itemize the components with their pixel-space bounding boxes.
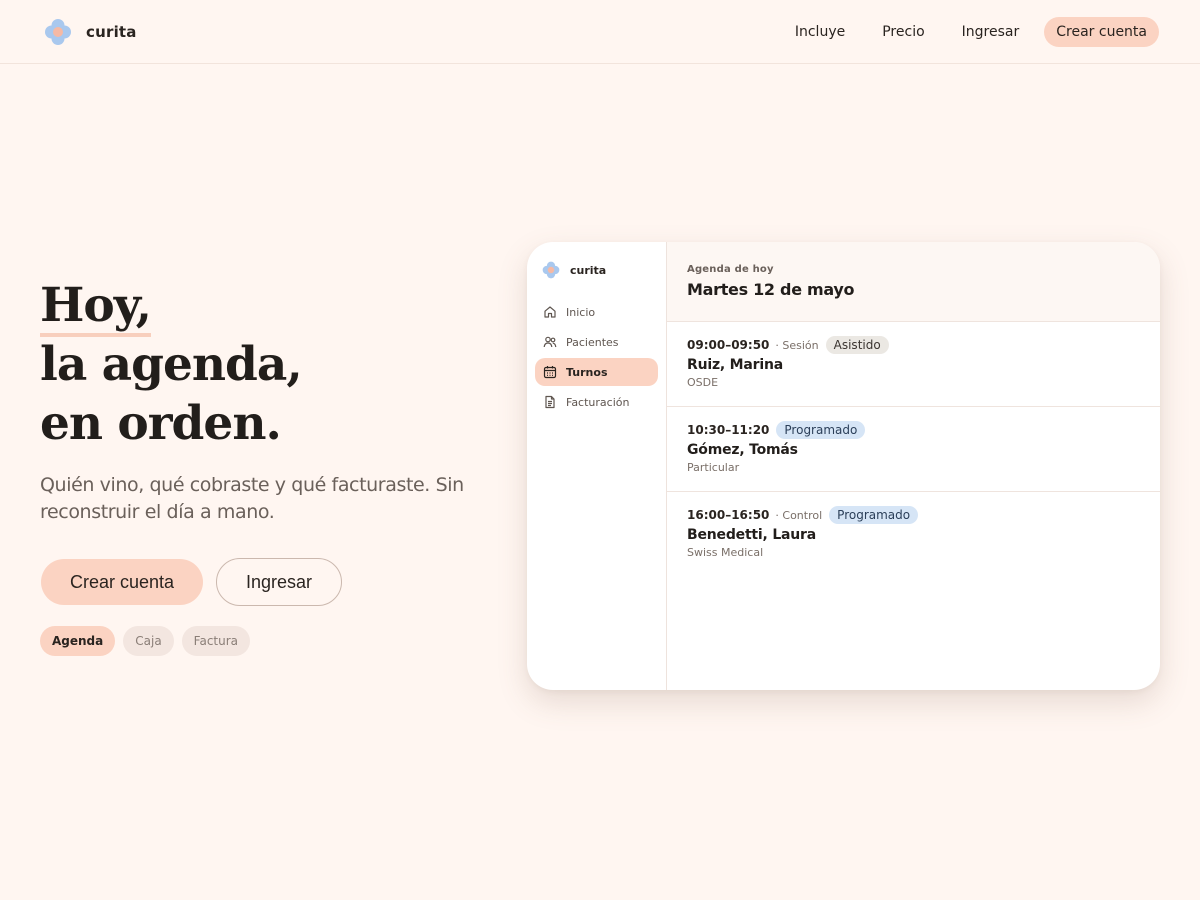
status-badge: Programado [776,421,866,439]
nav-link-incluye[interactable]: Incluye [777,17,863,47]
flower-logo-icon [45,19,71,45]
home-icon [544,306,556,318]
sidebar-item-pacientes[interactable]: Pacientes [535,328,658,356]
preview-main: Agenda de hoy Martes 12 de mayo 09:00–09… [667,242,1160,690]
sidebar-item-label: Pacientes [566,335,619,349]
pill-caja[interactable]: Caja [123,626,174,656]
main-nav: Incluye Precio Ingresar Crear cuenta [776,17,1159,47]
hero-title-line-3: en orden. [40,396,282,451]
patient-name: Gómez, Tomás [687,442,798,458]
sidebar-item-label: Turnos [566,365,608,379]
calendar-icon [543,366,557,379]
preview-brand-name: curita [570,263,607,277]
sidebar-item-label: Inicio [566,305,596,319]
nav-link-ingresar[interactable]: Ingresar [944,17,1038,47]
agenda-eyebrow: Agenda de hoy [687,264,774,275]
appointment-time: 10:30–11:20 [687,423,770,437]
appointment-row[interactable]: 10:30–11:20 Programado Gómez, Tomás Part… [667,407,1160,492]
create-account-button[interactable]: Crear cuenta [41,559,203,605]
patient-coverage: Swiss Medical [687,546,764,559]
patient-coverage: Particular [687,461,740,474]
pill-factura[interactable]: Factura [181,626,251,656]
document-icon [545,395,555,409]
hero-subtitle: Quién vino, qué cobraste y qué facturast… [40,474,464,523]
patient-name: Ruiz, Marina [687,357,783,373]
sidebar-item-turnos[interactable]: Turnos [535,358,658,386]
agenda-date: Martes 12 de mayo [687,280,855,299]
appointment-time: 09:00–09:50 [687,338,770,352]
create-account-nav-button[interactable]: Crear cuenta [1044,17,1159,47]
users-icon [543,336,557,348]
nav-link-precio[interactable]: Precio [864,17,942,47]
feature-pills: Agenda Caja Factura [40,626,251,656]
agenda-header: Agenda de hoy Martes 12 de mayo [667,242,1160,322]
hero-title-line-1: Hoy, [40,278,152,337]
app-preview-card: curita Inicio Pacientes Turnos Facturaci… [527,242,1160,690]
appointment-row[interactable]: 16:00–16:50 · Control Programado Benedet… [667,492,1160,577]
preview-brand: curita [542,261,606,279]
brand-logo-link[interactable]: curita [44,18,137,46]
flower-logo-icon [542,261,560,279]
appointment-type: · Sesión [775,338,819,352]
patient-coverage: OSDE [687,376,719,389]
status-badge: Programado [829,506,919,524]
hero-title: Hoy, la agenda, en orden. [40,276,303,453]
preview-sidebar-menu: Inicio Pacientes Turnos Facturación [535,298,658,418]
sidebar-item-label: Facturación [566,395,630,409]
pill-agenda[interactable]: Agenda [40,626,116,656]
appointment-row[interactable]: 09:00–09:50 · Sesión Asistido Ruiz, Mari… [667,322,1160,407]
preview-sidebar: curita Inicio Pacientes Turnos Facturaci… [527,242,667,690]
appointment-time: 16:00–16:50 [687,508,770,522]
brand-name: curita [86,23,137,41]
status-badge: Asistido [825,336,889,354]
login-button[interactable]: Ingresar [216,558,342,606]
hero-title-line-2: la agenda, [40,337,303,392]
top-header: curita Incluye Precio Ingresar Crear cue… [0,0,1200,64]
sidebar-item-facturacion[interactable]: Facturación [535,388,658,416]
sidebar-item-inicio[interactable]: Inicio [535,298,658,326]
patient-name: Benedetti, Laura [687,527,817,543]
appointment-type: · Control [775,508,823,522]
